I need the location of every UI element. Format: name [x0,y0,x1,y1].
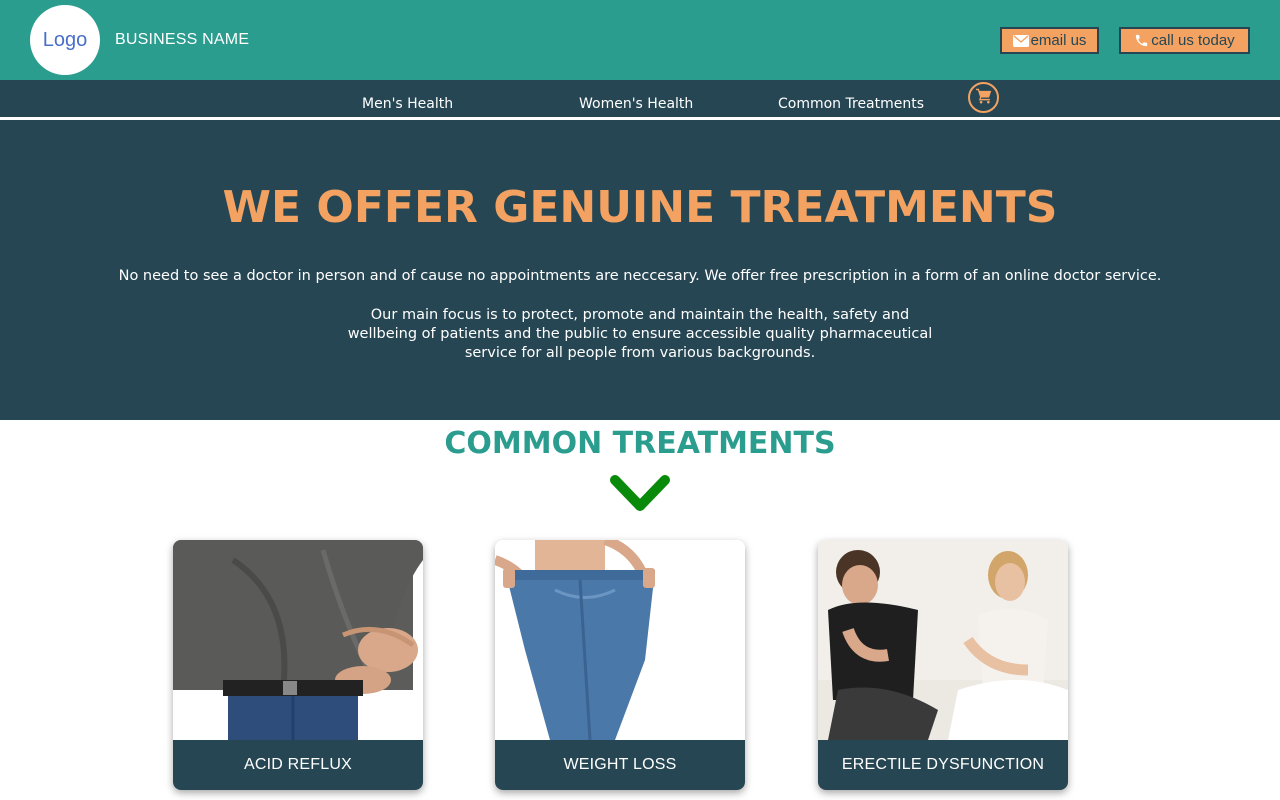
card-label: ERECTILE DYSFUNCTION [818,740,1068,790]
email-us-button[interactable]: email us [1000,27,1099,54]
main-nav: Men's Health Women's Health Common Treat… [0,80,1280,120]
logo[interactable]: Logo [30,5,100,75]
nav-mens-health[interactable]: Men's Health [362,96,453,112]
top-header: Logo BUSINESS NAME email us call us toda… [0,0,1280,80]
logo-text: Logo [42,28,88,51]
email-us-label: email us [1030,32,1087,49]
weight-loss-image [495,540,745,741]
card-label: WEIGHT LOSS [495,740,745,790]
treatment-card-weight-loss[interactable]: WEIGHT LOSS [495,540,745,790]
hero-title: WE OFFER GENUINE TREATMENTS [222,182,1058,233]
nav-common-treatments[interactable]: Common Treatments [778,96,924,112]
hero-section: WE OFFER GENUINE TREATMENTS No need to s… [0,120,1280,420]
phone-icon [1134,33,1149,48]
call-us-label: call us today [1151,32,1235,49]
nav-womens-health[interactable]: Women's Health [579,96,693,112]
chevron-down-icon [609,474,671,516]
cart-button[interactable] [968,82,999,113]
erectile-dysfunction-image [818,540,1068,740]
acid-reflux-image [173,540,423,740]
common-treatments-title: COMMON TREATMENTS [444,426,836,461]
hero-lead-text: No need to see a doctor in person and of… [118,268,1162,284]
hero-focus-text: Our main focus is to protect, promote an… [347,307,933,361]
treatment-card-acid-reflux[interactable]: ACID REFLUX [173,540,423,790]
business-name: BUSINESS NAME [115,31,250,48]
envelope-icon [1012,34,1029,47]
shopping-cart-icon [975,88,993,108]
treatment-card-erectile-dysfunction[interactable]: ERECTILE DYSFUNCTION [818,540,1068,790]
call-us-button[interactable]: call us today [1119,27,1250,54]
card-label: ACID REFLUX [173,740,423,790]
